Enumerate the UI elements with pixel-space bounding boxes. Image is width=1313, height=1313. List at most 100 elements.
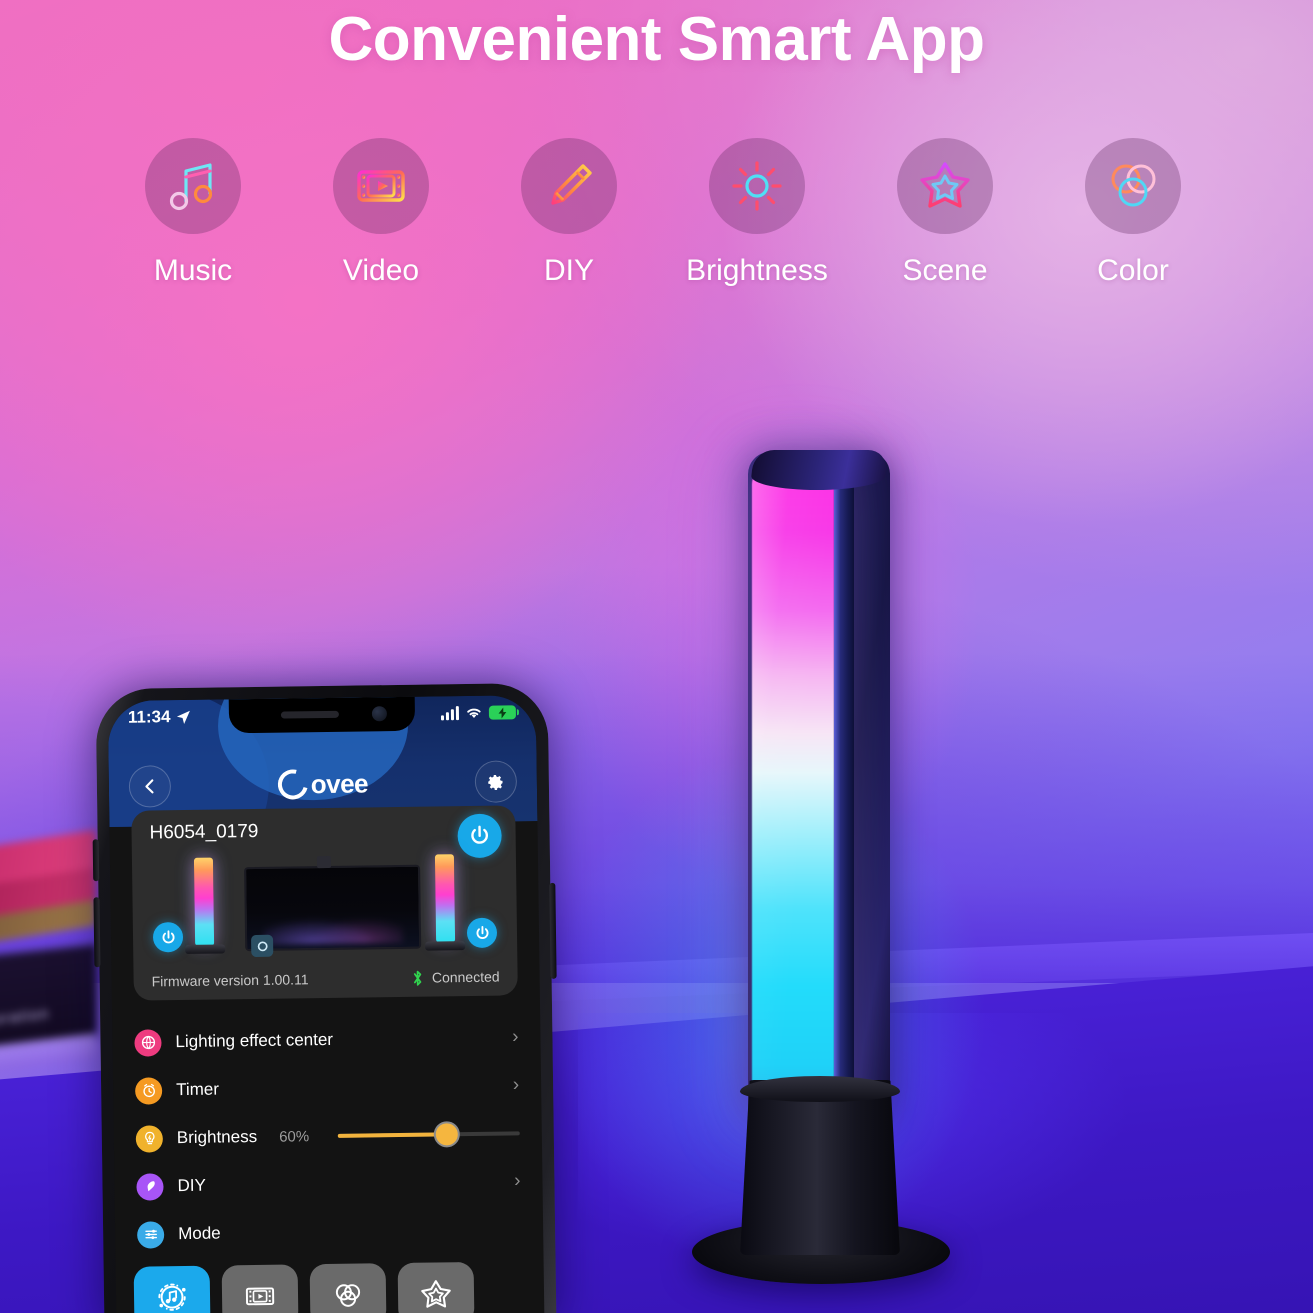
row-timer[interactable]: Timer ›	[113, 1061, 542, 1115]
light-bar-product	[490, 380, 1150, 1284]
product-marketing-image: Decoration Convenient Smart App Music Vi…	[0, 0, 1313, 1313]
light-bar-gloss	[752, 468, 834, 1116]
feature-label: DIY	[543, 254, 594, 287]
power-icon	[471, 825, 489, 844]
feature-disc	[521, 138, 617, 234]
bluetooth-icon	[414, 970, 422, 986]
firmware-version: Firmware version 1.00.11	[151, 971, 309, 990]
globe-icon	[134, 1028, 162, 1057]
feature-disc	[709, 138, 805, 234]
connection-status-label: Connected	[431, 968, 500, 986]
wifi-icon	[467, 708, 481, 719]
power-icon	[162, 929, 174, 943]
tab-video[interactable]	[221, 1264, 299, 1313]
light-bar-preview-right	[434, 854, 456, 943]
tab-scene[interactable]	[397, 1261, 475, 1313]
feature-label: Brightness	[686, 254, 828, 287]
battery-charging-icon	[488, 705, 517, 720]
star-icon	[920, 162, 970, 208]
feature-disc	[145, 138, 241, 234]
row-brightness[interactable]: Brightness 60%	[114, 1109, 543, 1163]
slider-fill	[337, 1132, 448, 1138]
scene-tab-icon	[421, 1280, 451, 1308]
feature-label: Color	[1097, 254, 1169, 287]
alarm-clock-icon	[134, 1076, 163, 1105]
row-lighting-effect-center[interactable]: Lighting effect center ›	[112, 1013, 541, 1067]
feature-label: Music	[153, 254, 233, 287]
color-circles-icon	[1111, 164, 1156, 207]
tab-color[interactable]	[309, 1263, 387, 1313]
feature-video[interactable]: Video	[306, 138, 456, 288]
page-title: Convenient Smart App	[328, 5, 986, 74]
status-time: 11:34	[127, 707, 171, 727]
smartphone: 11:34 ovee H6054_0179 Firmware version 1…	[92, 682, 557, 1313]
mute-switch-hardware[interactable]	[92, 839, 100, 882]
feature-disc	[1085, 138, 1181, 234]
left-bar-power-button[interactable]	[152, 921, 184, 953]
row-label: Brightness	[176, 1126, 258, 1148]
brightness-value: 60%	[279, 1127, 310, 1146]
status-right	[440, 705, 517, 720]
device-card[interactable]: H6054_0179 Firmware version 1.00.11 Conn…	[131, 805, 518, 1001]
brightness-slider[interactable]	[337, 1121, 520, 1148]
row-label: DIY	[177, 1175, 206, 1196]
brand-text: ovee	[310, 767, 369, 799]
device-name: H6054_0179	[149, 820, 259, 844]
power-icon	[476, 925, 488, 939]
sliders-icon	[136, 1220, 165, 1249]
feature-color[interactable]: Color	[1058, 138, 1208, 288]
govee-g-mark	[272, 763, 314, 806]
feature-label: Scene	[902, 254, 988, 287]
music-tab-icon	[158, 1283, 186, 1311]
feature-brightness[interactable]: Brightness	[682, 138, 832, 288]
camera-badge-icon	[251, 934, 274, 958]
volume-button-hardware[interactable]	[93, 897, 101, 968]
wall-pink-glow	[0, 0, 710, 683]
pencil-icon	[551, 164, 592, 205]
feature-scene[interactable]: Scene	[870, 138, 1020, 288]
row-label: Timer	[176, 1079, 220, 1100]
light-bar-right-edge	[834, 466, 854, 1118]
settings-button[interactable]	[474, 760, 518, 803]
device-power-button[interactable]	[457, 813, 502, 859]
bulb-icon	[135, 1124, 164, 1153]
cellular-signal-icon	[440, 705, 460, 720]
phone-screen: 11:34 ovee H6054_0179 Firmware version 1…	[107, 695, 545, 1313]
sun-icon	[732, 161, 782, 211]
light-bar-preview-left	[193, 857, 215, 946]
row-label: Lighting effect center	[175, 1029, 334, 1052]
tab-music[interactable]	[133, 1265, 211, 1313]
settings-list: Lighting effect center › Timer › Brightn…	[112, 1013, 544, 1313]
background-decoration: Decoration	[0, 829, 106, 1090]
light-bar-stand	[740, 1080, 900, 1255]
chevron-right-icon: ›	[511, 1026, 519, 1048]
feature-label: Video	[342, 254, 420, 287]
chevron-right-icon: ›	[512, 1074, 520, 1096]
app-navbar: ovee	[108, 745, 537, 823]
light-bar-preview-stand	[425, 941, 466, 951]
light-bar-preview-stand	[185, 944, 226, 954]
row-label: Mode	[178, 1223, 221, 1244]
feature-disc	[897, 138, 993, 234]
row-mode[interactable]: Mode	[115, 1205, 544, 1259]
device-card-footer: Firmware version 1.00.11 Connected	[133, 963, 517, 994]
status-left: 11:34	[128, 707, 191, 728]
slider-knob[interactable]	[433, 1121, 461, 1148]
feature-music[interactable]: Music	[118, 138, 268, 288]
back-button[interactable]	[128, 765, 172, 808]
feature-icon-row: Music Video DIY Brightness Scene Color	[118, 138, 1208, 288]
connection-status: Connected	[412, 968, 500, 986]
status-bar: 11:34	[108, 695, 536, 735]
light-bar-top-face	[749, 450, 889, 490]
row-diy[interactable]: DIY ›	[114, 1157, 543, 1211]
music-note-icon	[169, 163, 213, 211]
tv-screen-glow	[262, 912, 404, 945]
chevron-right-icon: ›	[513, 1170, 521, 1192]
video-film-icon	[357, 170, 405, 202]
right-bar-power-button[interactable]	[466, 917, 498, 949]
bottom-tab-bar	[116, 1257, 545, 1313]
app-brand-logo: ovee	[272, 763, 369, 806]
light-bar-stand-lip	[740, 1076, 900, 1102]
feature-diy[interactable]: DIY	[494, 138, 644, 288]
tv-camera-mount	[316, 855, 332, 869]
